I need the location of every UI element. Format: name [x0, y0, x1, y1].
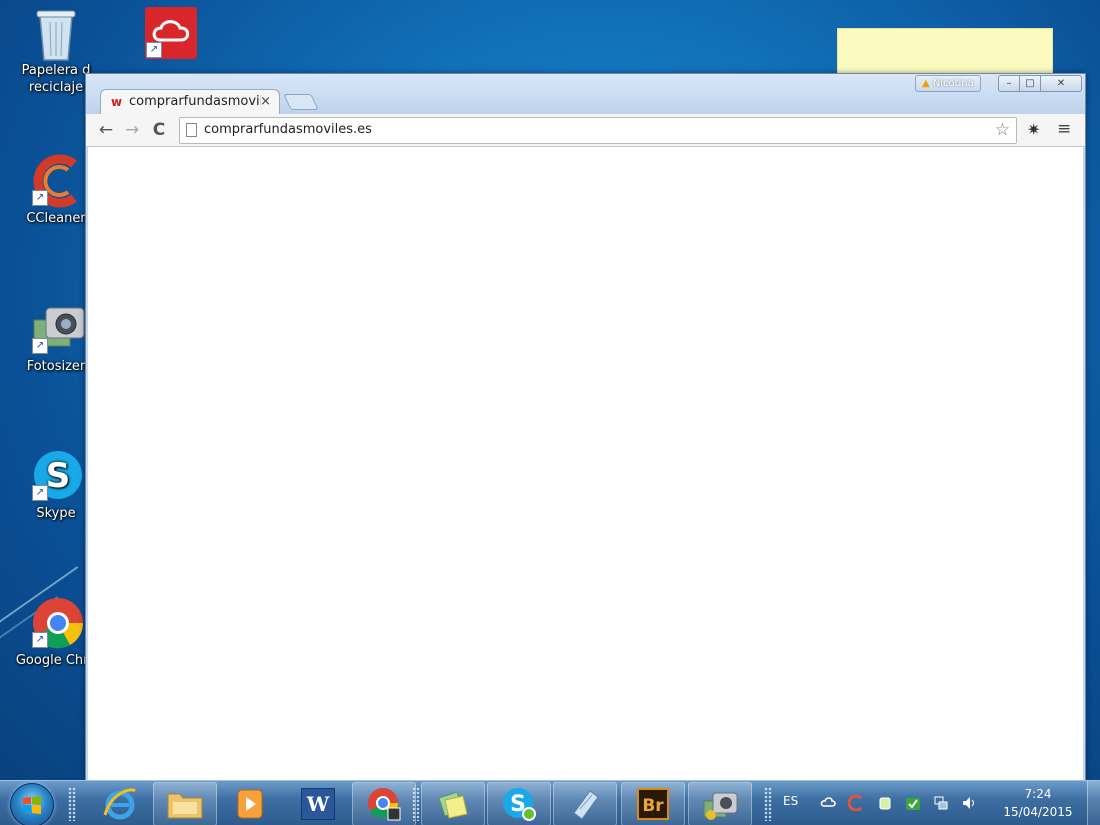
desktop: Papelera d reciclaje ↗ ↗ CCleaner ↗ Foto… — [0, 0, 1100, 825]
taskbar-windows-explorer[interactable] — [153, 782, 217, 825]
notepad-icon — [573, 790, 599, 820]
taskbar-notepad[interactable] — [553, 782, 617, 825]
favicon-icon: w — [111, 95, 123, 109]
taskbar-internet-explorer[interactable] — [88, 782, 152, 825]
usb-tray-icon[interactable] — [877, 795, 893, 811]
taskbar: W S Br ES 7:24 15/04/2015 — [0, 780, 1100, 825]
taskbar-word[interactable]: W — [286, 782, 350, 825]
sync-tray-icon[interactable] — [905, 795, 921, 811]
warning-badge[interactable]: ▲ Nicotina — [915, 75, 981, 92]
shortcut-arrow-icon: ↗ — [32, 190, 48, 206]
shortcut-arrow-icon: ↗ — [146, 42, 162, 58]
ccleaner-tray-icon[interactable] — [848, 795, 864, 811]
skype-icon: S — [503, 788, 536, 821]
shortcut-arrow-icon: ↗ — [32, 485, 48, 501]
start-button[interactable] — [10, 783, 54, 825]
close-window-button[interactable]: ✕ — [1040, 75, 1082, 92]
svg-text:S: S — [46, 456, 71, 496]
taskbar-media-player[interactable] — [218, 782, 282, 825]
bookmark-star-icon[interactable]: ☆ — [995, 120, 1010, 140]
volume-tray-icon[interactable] — [961, 795, 977, 811]
bridge-icon: Br — [637, 788, 669, 820]
address-bar[interactable]: comprarfundasmoviles.es ☆ — [179, 117, 1017, 144]
folder-icon — [167, 793, 203, 819]
browser-toolbar: ← → C comprarfundasmoviles.es ☆ ✷ ≡ — [86, 114, 1085, 147]
tab-close-icon[interactable]: × — [260, 94, 271, 109]
internet-explorer-icon — [103, 788, 137, 820]
skype-icon: S ↗ — [30, 449, 82, 501]
media-player-icon — [237, 789, 263, 819]
warning-icon: ▲ — [922, 78, 930, 89]
taskbar-fotosizer[interactable] — [688, 782, 752, 825]
extension-icon[interactable]: ✷ — [1027, 120, 1040, 139]
page-icon — [186, 123, 197, 137]
clock-time: 7:24 — [1024, 787, 1052, 801]
adobe-creative-cloud-icon: ↗ — [144, 6, 197, 59]
taskbar-skype[interactable]: S — [487, 782, 551, 825]
maximize-button[interactable]: □ — [1019, 75, 1041, 92]
windows-logo-icon — [23, 796, 41, 814]
browser-window: w comprarfundasmovil × ▲ Nicotina – □ ✕ ←… — [85, 73, 1086, 782]
browser-tab[interactable]: w comprarfundasmovil × — [100, 89, 280, 115]
page-content[interactable] — [88, 147, 1083, 781]
chrome-icon: ↗ — [30, 596, 84, 649]
shortcut-arrow-icon: ↗ — [32, 338, 48, 354]
taskbar-bridge[interactable]: Br — [621, 782, 685, 825]
back-button[interactable]: ← — [95, 119, 117, 141]
sticky-notes-icon — [438, 791, 468, 819]
show-desktop-button[interactable] — [1087, 781, 1100, 825]
tab-title: comprarfundasmovil — [129, 94, 261, 109]
language-indicator[interactable]: ES — [783, 794, 798, 808]
fotosizer-icon — [703, 792, 738, 820]
taskbar-grip[interactable] — [68, 787, 76, 821]
network-tray-icon[interactable] — [933, 795, 949, 811]
fotosizer-icon: ↗ — [30, 302, 85, 354]
new-tab-button[interactable] — [283, 94, 319, 110]
shortcut-arrow-icon: ↗ — [32, 632, 48, 648]
forward-button[interactable]: → — [121, 119, 143, 141]
creative-cloud-tray-icon[interactable] — [820, 795, 836, 811]
ccleaner-icon: ↗ — [30, 154, 82, 208]
chrome-icon — [368, 788, 401, 821]
minimize-button[interactable]: – — [998, 75, 1020, 92]
menu-icon[interactable]: ≡ — [1057, 119, 1071, 139]
taskbar-chrome[interactable] — [352, 782, 416, 825]
browser-titlebar[interactable]: w comprarfundasmovil × ▲ Nicotina – □ ✕ — [86, 74, 1085, 115]
clock[interactable]: 7:24 15/04/2015 — [998, 785, 1078, 821]
address-bar-url[interactable]: comprarfundasmoviles.es — [204, 122, 372, 137]
recycle-bin-icon — [30, 6, 82, 61]
clock-date: 15/04/2015 — [1003, 805, 1073, 819]
taskbar-grip[interactable] — [412, 787, 420, 821]
desktop-icon-adobe-cc[interactable]: ↗ — [128, 6, 212, 62]
taskbar-grip[interactable] — [764, 787, 772, 821]
reload-button[interactable]: C — [148, 119, 170, 141]
taskbar-sticky-notes[interactable] — [421, 782, 485, 825]
warning-badge-label: Nicotina — [932, 78, 974, 89]
word-icon: W — [301, 788, 335, 820]
